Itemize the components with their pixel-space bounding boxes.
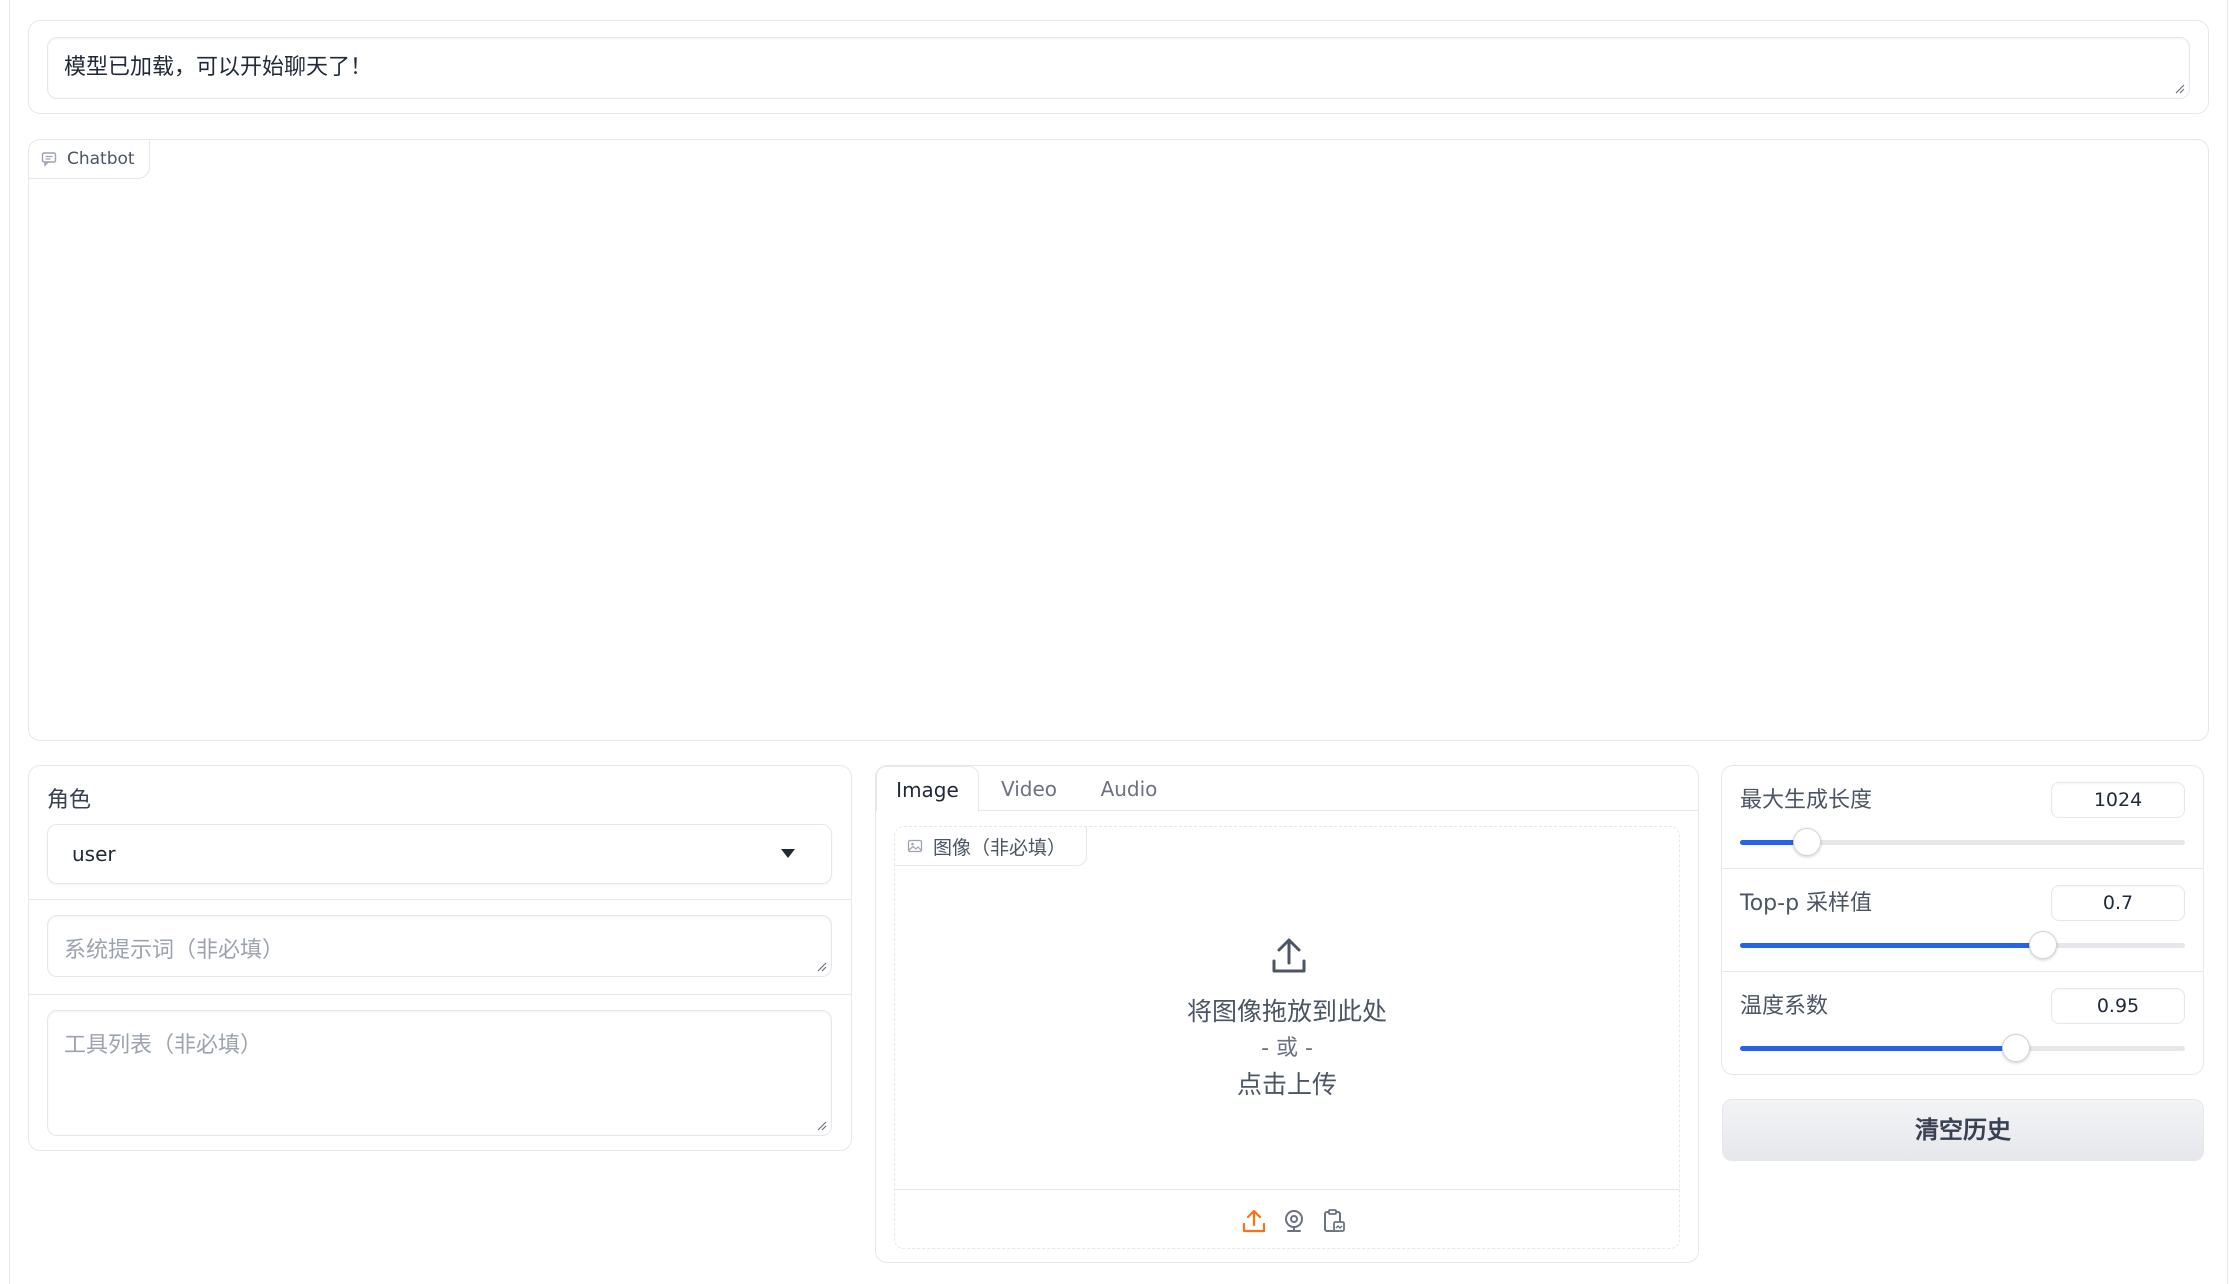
slider-fill [1740,1046,2016,1051]
slider-fill [1740,943,2043,948]
tab-image[interactable]: Image [876,766,979,812]
chatbot-label-text: Chatbot [67,149,135,169]
slider-label: Top-p 采样值 [1740,891,1873,916]
chatbot-panel[interactable]: Chatbot [28,139,2209,741]
clipboard-icon[interactable] [1321,1208,1347,1234]
media-panel: Image Video Audio 图像（非必填） 将图像拖放到此处 - 或 -… [875,765,1699,1263]
slider-track[interactable] [1740,828,2185,856]
or-text: - 或 - [1261,1036,1313,1061]
slider-max-length: 最大生成长度 1024 [1722,766,2203,868]
image-icon [907,839,923,853]
slider-thumb[interactable] [1792,828,1821,856]
slider-label: 最大生成长度 [1740,788,1873,813]
tab-video[interactable]: Video [979,766,1079,811]
resize-grip-icon[interactable] [817,962,827,972]
resize-grip-icon[interactable] [817,1121,827,1131]
caret-down-icon[interactable] [781,849,795,858]
drop-text: 将图像拖放到此处 [1186,997,1387,1026]
input-panel: 角色 user 系统提示词（非必填） 工具列表（非必填） [28,765,852,1151]
role-value: user [72,842,116,866]
params-panel: 最大生成长度 1024 Top-p 采样值 0.7 温度系数 0.95 [1721,765,2204,1075]
status-text: 模型已加载，可以开始聊天了！ [64,55,373,80]
role-dropdown[interactable]: user [47,824,832,884]
clear-history-button[interactable]: 清空历史 [1722,1099,2204,1161]
tab-audio[interactable]: Audio [1079,766,1179,811]
webcam-icon[interactable] [1281,1208,1307,1234]
image-label-text: 图像（非必填） [933,836,1067,859]
chatbot-label: Chatbot [29,140,150,179]
slider-label: 温度系数 [1740,994,1829,1019]
status-textbox[interactable]: 模型已加载，可以开始聊天了！ [47,37,2190,99]
slider-number-input[interactable]: 0.7 [2051,885,2185,921]
status-panel: 模型已加载，可以开始聊天了！ [28,20,2209,114]
divider [29,899,851,900]
system-prompt-input[interactable]: 系统提示词（非必填） [47,915,832,977]
tools-placeholder: 工具列表（非必填） [64,1033,263,1058]
image-upload-area[interactable]: 图像（非必填） 将图像拖放到此处 - 或 - 点击上传 [894,826,1680,1249]
chat-icon [41,152,57,167]
slider-number-input[interactable]: 0.95 [2051,988,2185,1024]
divider [29,994,851,995]
source-selector [895,1189,1679,1249]
slider-top-p: Top-p 采样值 0.7 [1722,869,2203,971]
upload-icon [1272,938,1306,973]
tools-input[interactable]: 工具列表（非必填） [47,1010,832,1136]
slider-number-input[interactable]: 1024 [2051,782,2185,818]
system-prompt-placeholder: 系统提示词（非必填） [64,938,285,963]
slider-track[interactable] [1740,931,2185,959]
slider-track[interactable] [1740,1034,2185,1062]
click-upload-text[interactable]: 点击上传 [895,1065,1679,1101]
slider-thumb[interactable] [2028,931,2057,959]
resize-grip-icon[interactable] [2175,84,2185,94]
image-label: 图像（非必填） [895,827,1088,866]
slider-temperature: 温度系数 0.95 [1722,972,2203,1074]
role-label: 角色 [47,788,92,813]
media-tabs: Image Video Audio [876,766,1698,812]
slider-thumb[interactable] [2001,1034,2030,1062]
upload-icon[interactable] [1241,1208,1267,1234]
